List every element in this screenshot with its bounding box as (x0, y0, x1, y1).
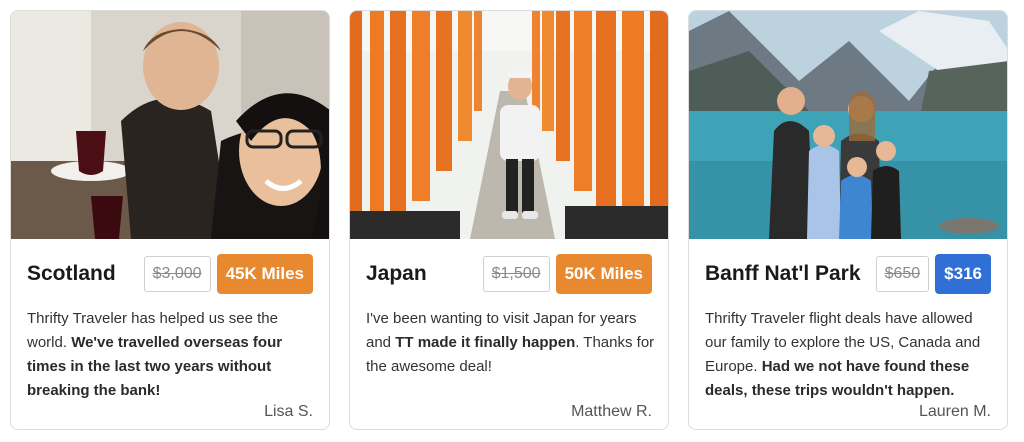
destination-name: Banff Nat'l Park (705, 262, 861, 285)
deal-price-badge: $316 (935, 254, 991, 294)
original-price: $650 (875, 256, 930, 292)
testimonial-card-banff: Banff Nat'l Park $650 $316 Thrifty Trave… (688, 10, 1008, 430)
traveler-photo-torii-gates (350, 11, 668, 239)
destination-name: Scotland (27, 262, 116, 285)
testimonial-quote: Thrifty Traveler has helped us see the w… (27, 310, 283, 399)
deal-price-badge: 45K Miles (216, 254, 313, 294)
deal-price-badge: 50K Miles (555, 254, 652, 294)
testimonial-author: Lisa S. (264, 403, 313, 420)
destination-name: Japan (366, 262, 427, 285)
traveler-photo-airplane-selfie (11, 11, 329, 239)
testimonial-quote: Thrifty Traveler flight deals have allow… (705, 310, 981, 399)
testimonial-author: Lauren M. (918, 403, 991, 420)
original-price: $3,000 (143, 256, 211, 292)
testimonial-card-scotland: Scotland $3,000 45K Miles Thrifty Travel… (10, 10, 330, 430)
testimonial-quote: I've been wanting to visit Japan for yea… (366, 310, 655, 375)
original-price: $1,500 (482, 256, 550, 292)
testimonial-card-japan: Japan $1,500 50K Miles I've been wanting… (349, 10, 669, 430)
traveler-photo-lake-louise (689, 11, 1007, 239)
testimonial-author: Matthew R. (571, 403, 652, 420)
